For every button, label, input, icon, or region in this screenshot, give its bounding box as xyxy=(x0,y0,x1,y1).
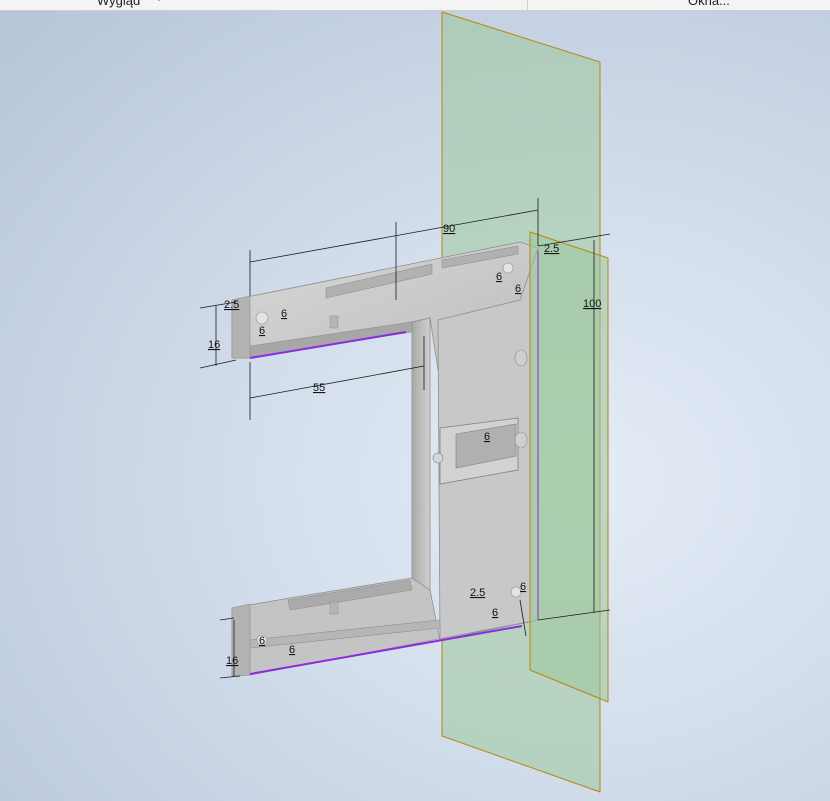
dim-rail-height-bottom[interactable]: 16 xyxy=(226,655,238,667)
dim-hole-bottom-right-a[interactable]: 6 xyxy=(520,581,526,593)
dim-hole-top-right-a[interactable]: 6 xyxy=(496,271,502,283)
dim-hole-bottom-left-b[interactable]: 6 xyxy=(289,644,295,656)
dim-offset-top-right[interactable]: 2.5 xyxy=(544,243,559,255)
dim-hole-bottom-left-a[interactable]: 6 xyxy=(259,635,265,647)
graphics-viewport[interactable]: 90 55 100 16 16 2.5 2.5 2.5 6 6 6 6 6 6 … xyxy=(0,0,830,801)
dim-hole-top-left-b[interactable]: 6 xyxy=(259,325,265,337)
dim-hole-bottom-right-b[interactable]: 6 xyxy=(492,607,498,619)
dim-offset-top-left[interactable]: 2.5 xyxy=(224,299,239,311)
dim-offset-bottom-right[interactable]: 2.5 xyxy=(470,587,485,599)
dim-inner-width[interactable]: 55 xyxy=(313,382,325,394)
cad-window: Wygląd Okna... 90 55 100 16 16 2.5 2.5 2… xyxy=(0,0,830,801)
dim-height[interactable]: 100 xyxy=(583,298,601,310)
dim-bracket[interactable]: 6 xyxy=(484,431,490,443)
dim-rail-height-top[interactable]: 16 xyxy=(208,339,220,351)
dim-overall-width[interactable]: 90 xyxy=(443,223,455,235)
dim-hole-top-left-a[interactable]: 6 xyxy=(281,308,287,320)
dim-hole-top-right-b[interactable]: 6 xyxy=(515,283,521,295)
